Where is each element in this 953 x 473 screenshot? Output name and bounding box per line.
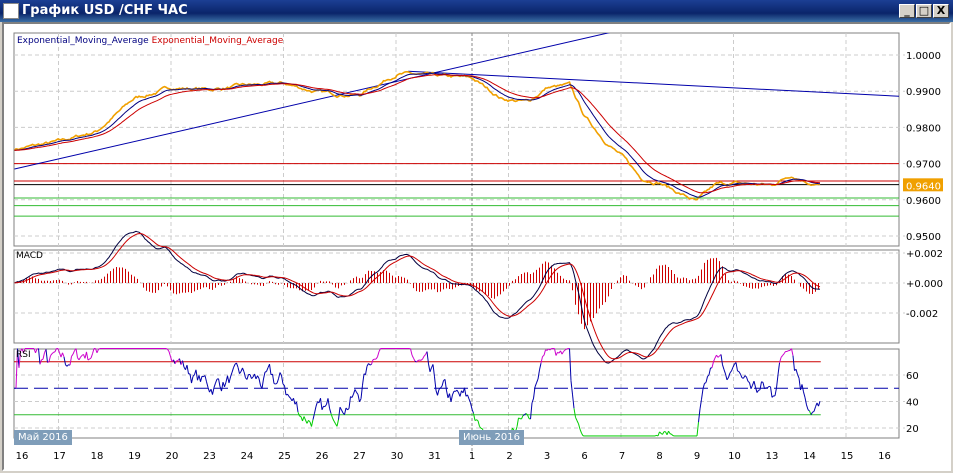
macd-axis-tick: -0.002 bbox=[906, 309, 938, 320]
date-axis-label: 30 bbox=[391, 451, 404, 462]
rsi-line-segment bbox=[369, 363, 372, 366]
date-axis-label: 6 bbox=[581, 451, 587, 462]
rsi-line-segment bbox=[518, 417, 521, 420]
panel-frame-0 bbox=[13, 32, 900, 247]
date-axis-label: 8 bbox=[656, 451, 662, 462]
macd-axis-tick: +0.000 bbox=[906, 279, 943, 290]
date-axis-label: 17 bbox=[53, 451, 66, 462]
date-axis-label: 25 bbox=[278, 451, 291, 462]
month-label-may: Май 2016 bbox=[14, 430, 72, 445]
date-axis-label: 16 bbox=[16, 451, 29, 462]
date-axis-label: 3 bbox=[544, 451, 550, 462]
price-axis-tick: 0.9900 bbox=[906, 87, 941, 98]
rsi-line-segment bbox=[53, 351, 56, 353]
rsi-line-segment bbox=[264, 371, 267, 373]
indicator-legend: Exponential_Moving_Average Exponential_M… bbox=[17, 36, 283, 46]
price-axis-tick: 0.9600 bbox=[906, 196, 941, 207]
legend-ema-slow: Exponential_Moving_Average bbox=[151, 36, 284, 46]
rsi-line-segment bbox=[654, 434, 657, 437]
date-axis-label: 23 bbox=[203, 451, 216, 462]
rsi-line-segment bbox=[299, 415, 302, 418]
date-axis-label: 14 bbox=[803, 451, 816, 462]
date-axis-label: 26 bbox=[316, 451, 329, 462]
date-axis-label: 20 bbox=[166, 451, 179, 462]
legend-ema-fast: Exponential_Moving_Average bbox=[17, 36, 149, 46]
macd-axis-tick: +0.002 bbox=[906, 249, 943, 260]
panel-frame-2 bbox=[13, 348, 900, 439]
rsi-line-segment bbox=[812, 411, 815, 413]
rsi-line-segment bbox=[98, 348, 101, 350]
date-axis-label: 27 bbox=[353, 451, 366, 462]
date-axis-label: 7 bbox=[619, 451, 625, 462]
date-axis-label: 31 bbox=[428, 451, 441, 462]
rsi-panel-label: RSI bbox=[16, 350, 31, 360]
date-axis-label: 16 bbox=[878, 451, 891, 462]
price-axis-tick: 0.9800 bbox=[906, 123, 941, 134]
rsi-line-segment bbox=[786, 350, 789, 352]
macd-panel-label: MACD bbox=[16, 251, 43, 261]
current-price-label: 0.9640 bbox=[906, 181, 941, 192]
date-axis-label: 19 bbox=[128, 451, 141, 462]
rsi-axis-tick: 40 bbox=[906, 398, 919, 409]
date-axis-label: 15 bbox=[841, 451, 854, 462]
date-axis-label: 2 bbox=[506, 451, 512, 462]
rsi-line-segment bbox=[758, 389, 761, 391]
date-axis-label: 24 bbox=[241, 451, 254, 462]
rsi-line-segment bbox=[669, 433, 672, 435]
rsi-line-segment bbox=[480, 427, 483, 430]
rsi-line-segment bbox=[737, 370, 740, 373]
rsi-axis-tick: 20 bbox=[906, 424, 919, 435]
month-label-june: Июнь 2016 bbox=[459, 430, 524, 445]
rsi-line-segment bbox=[761, 381, 764, 383]
price-axis-tick: 0.9700 bbox=[906, 160, 941, 171]
rsi-line-segment bbox=[41, 358, 44, 361]
date-axis-label: 18 bbox=[91, 451, 104, 462]
panel-frame-1 bbox=[13, 249, 900, 344]
date-axis-label: 9 bbox=[694, 451, 700, 462]
date-axis-label: 1 bbox=[469, 451, 475, 462]
rsi-line-segment bbox=[566, 348, 569, 350]
price-axis-tick: 1.0000 bbox=[906, 51, 941, 62]
rsi-line-segment bbox=[275, 382, 278, 385]
chart-canvas[interactable]: 1.0000 0.9900 0.9800 0.9700 0.9600 0.9500 +0.0… bbox=[0, 0, 953, 473]
price-axis-tick: 0.9500 bbox=[906, 232, 941, 243]
rsi-line-segment bbox=[165, 348, 168, 350]
date-axis-label: 10 bbox=[728, 451, 741, 462]
date-axis-label: 13 bbox=[766, 451, 779, 462]
rsi-axis-tick: 60 bbox=[906, 371, 919, 382]
